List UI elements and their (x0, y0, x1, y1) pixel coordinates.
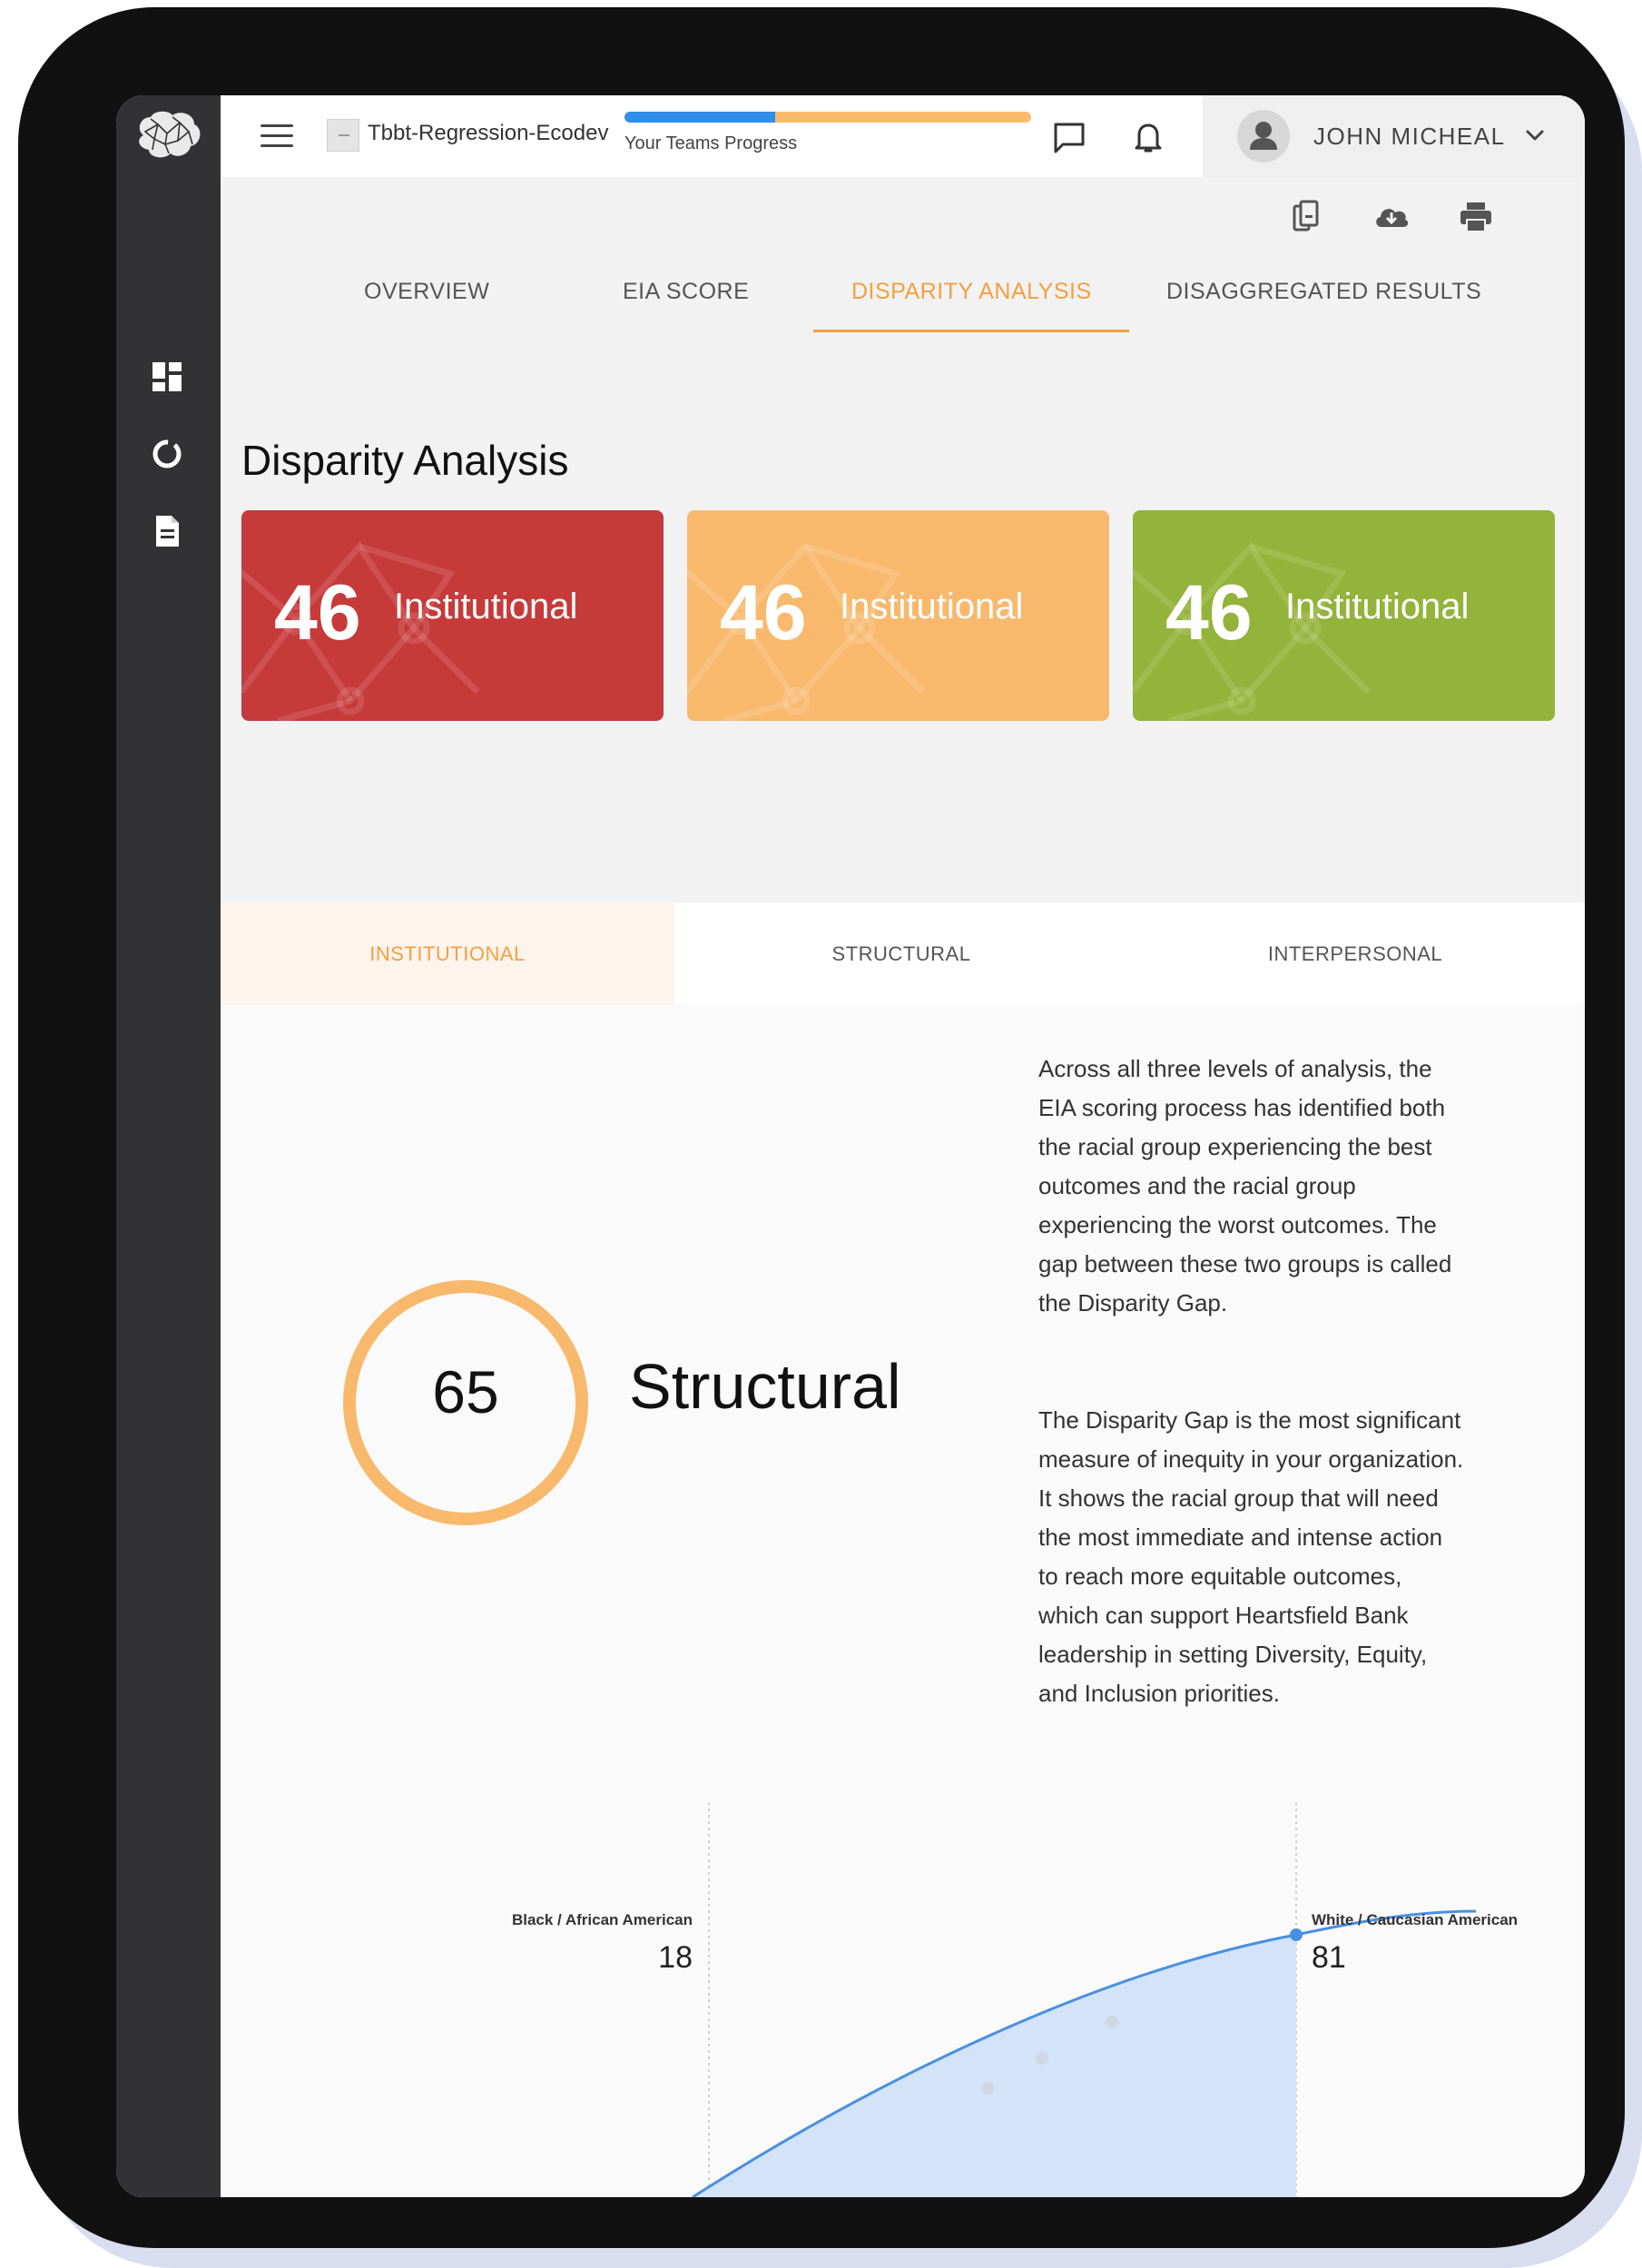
project-thumbnail (327, 119, 359, 152)
brain-logo-icon[interactable] (133, 108, 203, 164)
data-point (1106, 2016, 1118, 2028)
tablet-frame: Tbbt-Regression-Ecodev Your Teams Progre… (18, 7, 1625, 2248)
tab-disaggregated-results[interactable]: DISAGGREGATED RESULTS (1166, 279, 1481, 305)
high-group-value: 81 (1312, 1940, 1346, 1975)
card-value: 46 (274, 569, 361, 656)
data-point (981, 2082, 994, 2095)
active-tab-indicator (813, 330, 1129, 332)
card-label: Institutional (394, 587, 578, 626)
gauge-value: 65 (432, 1358, 499, 1425)
user-name: JOHN MICHEAL (1313, 123, 1506, 150)
team-progress-bar (624, 112, 1031, 123)
gap-area (693, 1935, 1296, 2197)
person-icon (1250, 122, 1277, 150)
disparity-card-1[interactable]: 46 Institutional (241, 510, 664, 721)
chat-icon[interactable] (1049, 117, 1089, 157)
description-paragraph-1: Across all three levels of analysis, the… (1038, 1055, 1452, 1316)
user-menu[interactable]: JOHN MICHEAL (1203, 95, 1585, 177)
disparity-curve (692, 1802, 1477, 2197)
card-label: Institutional (840, 587, 1024, 626)
tab-institutional[interactable]: INSTITUTIONAL (221, 902, 674, 1005)
low-group-label: Black / African American (511, 1911, 693, 1928)
description-paragraph-2: The Disparity Gap is the most significan… (1038, 1406, 1464, 1707)
tab-overview[interactable]: OVERVIEW (364, 279, 489, 305)
card-label: Institutional (1285, 587, 1470, 626)
project-name[interactable]: Tbbt-Regression-Ecodev (368, 121, 608, 146)
sidebar (116, 95, 221, 2197)
card-value: 46 (1165, 569, 1253, 656)
disparity-card-2[interactable]: 46 Institutional (687, 510, 1109, 721)
progress-label: Your Teams Progress (624, 133, 798, 153)
low-group-value: 18 (658, 1940, 693, 1975)
tab-interpersonal[interactable]: INTERPERSONAL (1128, 902, 1582, 1005)
donut-chart-icon[interactable] (149, 436, 185, 472)
page-title: Disparity Analysis (241, 437, 569, 484)
dashboard-icon[interactable] (149, 359, 185, 395)
data-point-highlight (1290, 1928, 1303, 1941)
avatar (1237, 110, 1290, 163)
copy-document-icon[interactable] (1287, 197, 1327, 237)
data-point (1036, 2052, 1048, 2065)
top-header: Tbbt-Regression-Ecodev Your Teams Progre… (221, 95, 1585, 177)
app-screen: Tbbt-Regression-Ecodev Your Teams Progre… (116, 95, 1585, 2197)
menu-icon[interactable] (261, 124, 293, 148)
chevron-down-icon[interactable] (1522, 123, 1548, 148)
tab-disparity-analysis[interactable]: DISPARITY ANALYSIS (851, 279, 1092, 305)
card-value: 46 (720, 569, 807, 656)
cloud-download-icon[interactable] (1372, 197, 1411, 237)
print-icon[interactable] (1456, 197, 1496, 237)
document-icon[interactable] (149, 513, 185, 549)
level-tabs: INSTITUTIONAL STRUCTURAL INTERPERSONAL (221, 902, 1585, 1005)
gauge-label: Structural (629, 1351, 901, 1422)
tab-eia-score[interactable]: EIA SCORE (623, 279, 749, 305)
bell-icon[interactable] (1128, 117, 1168, 157)
disparity-card-3[interactable]: 46 Institutional (1133, 510, 1555, 721)
disparity-gap-chart: Black / African American 18 White / Cauc… (221, 1802, 1585, 2197)
tab-structural[interactable]: STRUCTURAL (674, 902, 1128, 1005)
high-group-label: White / Caucasian American (1312, 1911, 1519, 1928)
